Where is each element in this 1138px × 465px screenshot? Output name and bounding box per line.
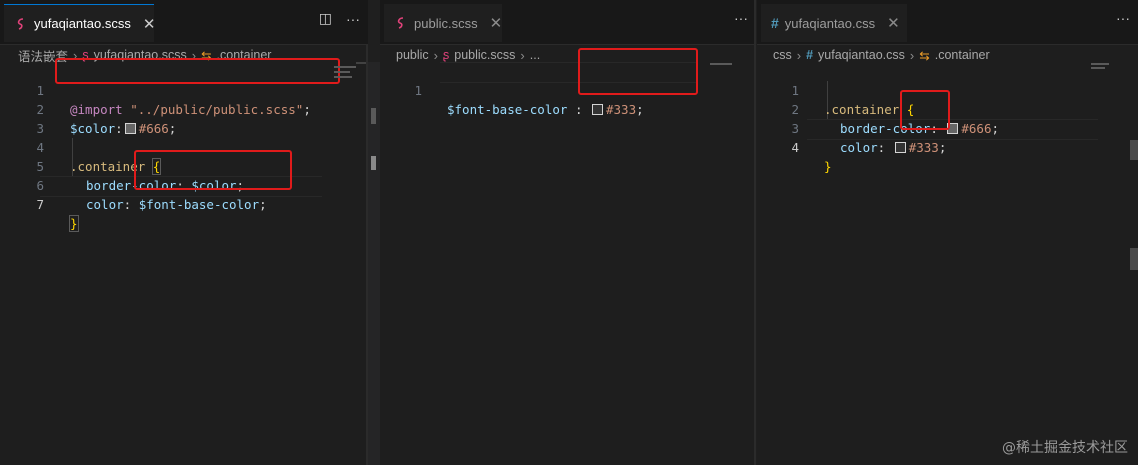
tab-label: yufaqiantao.css <box>784 15 876 31</box>
breadcrumb-symbol[interactable]: .container <box>935 48 990 62</box>
editor-pane-right: # yufaqiantao.css ✕ ··· css › # yufaqian… <box>757 0 1138 465</box>
highlight-box-compiled-color <box>900 90 950 130</box>
more-actions-icon[interactable]: ··· <box>346 11 360 27</box>
code-editor[interactable]: 1 .container { 2 border-color: #666; 3 c… <box>757 62 1138 465</box>
code-token: ; <box>938 140 947 155</box>
tab-label: yufaqiantao.scss <box>34 16 131 31</box>
watermark: @稀土掘金技术社区 <box>1002 440 1128 456</box>
code-token: #333 <box>606 102 637 117</box>
breadcrumb-symbol[interactable]: ... <box>530 48 540 62</box>
sass-file-icon: ʂ <box>443 48 450 62</box>
editor-actions: ··· <box>1116 10 1130 26</box>
breadcrumb-folder[interactable]: public <box>396 48 429 62</box>
code-line: 1 $font-base-color : #333; <box>380 62 756 117</box>
minimap[interactable] <box>1091 67 1105 69</box>
tab-yufaqiantao-css[interactable]: # yufaqiantao.css ✕ <box>761 4 907 42</box>
breadcrumb-folder[interactable]: css <box>773 48 792 62</box>
code-token: color <box>840 140 878 155</box>
sass-file-icon <box>394 16 408 30</box>
tab-bar: # yufaqiantao.css ✕ ··· <box>757 0 1138 45</box>
vertical-divider[interactable] <box>754 0 756 465</box>
split-editor-icon[interactable]: ◫ <box>319 10 332 27</box>
minimap[interactable] <box>1091 63 1109 65</box>
editor-pane-left: yufaqiantao.scss ✕ ◫ ··· 语法嵌套 › ʂ yufaqi… <box>0 0 368 465</box>
code-line: 4 .container { <box>0 119 368 175</box>
chevron-right-icon: › <box>796 47 802 63</box>
color-swatch-333[interactable] <box>592 104 603 115</box>
code-token: : <box>567 102 590 117</box>
code-token: : <box>877 140 893 155</box>
minimap[interactable] <box>334 71 350 73</box>
code-token: } <box>824 159 832 174</box>
line-number: 7 <box>36 197 44 212</box>
minimap[interactable] <box>334 66 356 68</box>
code-token: } <box>69 215 79 232</box>
scrollbar[interactable] <box>1130 248 1138 270</box>
highlight-box-public-value <box>578 48 698 95</box>
line-number: 1 <box>414 83 422 98</box>
minimap[interactable] <box>334 76 352 78</box>
code-line: 3 <box>0 100 368 136</box>
code-token: ; <box>636 102 644 117</box>
breadcrumb-file[interactable]: yufaqiantao.css <box>818 48 905 62</box>
code-token: ; <box>259 197 267 212</box>
sass-file-icon <box>14 17 28 31</box>
code-token: $font-base-color <box>447 102 568 117</box>
minimap[interactable] <box>710 63 732 65</box>
tab-bar: yufaqiantao.scss ✕ ◫ ··· <box>0 0 368 45</box>
code-editor[interactable]: 1 @import "../public/public.scss"; 2 $co… <box>0 58 368 465</box>
more-actions-icon[interactable]: ··· <box>734 10 748 26</box>
color-swatch-333[interactable] <box>894 142 906 153</box>
close-icon[interactable]: ✕ <box>490 14 503 32</box>
tab-public-scss[interactable]: public.scss ✕ <box>384 4 502 42</box>
editor-pane-middle: public.scss ✕ ··· public › ʂ public.scss… <box>380 0 756 465</box>
chevron-right-icon: › <box>909 47 915 63</box>
selector-symbol-icon: ⇆ <box>919 48 930 63</box>
tab-bar: public.scss ✕ ··· <box>380 0 756 45</box>
code-token: color <box>86 197 124 212</box>
code-token: $font-base-color <box>138 197 260 212</box>
pane-sash[interactable] <box>368 62 380 465</box>
code-token: #333 <box>908 140 939 155</box>
code-line: 1 .container { <box>757 62 1138 117</box>
scrollbar-marker <box>371 108 376 124</box>
editor-actions: ◫ ··· <box>319 10 360 27</box>
chevron-right-icon: › <box>433 47 439 63</box>
more-actions-icon[interactable]: ··· <box>1116 10 1130 26</box>
close-icon[interactable]: ✕ <box>143 15 156 33</box>
tab-yufaqiantao-scss[interactable]: yufaqiantao.scss ✕ <box>4 4 156 42</box>
close-icon[interactable]: ✕ <box>887 14 900 32</box>
highlight-box-font-var <box>134 150 292 190</box>
scrollbar[interactable] <box>1130 140 1138 160</box>
editor-actions: ··· <box>734 10 748 26</box>
css-file-icon: # <box>806 48 814 62</box>
code-token: : <box>123 197 139 212</box>
chevron-right-icon: › <box>520 47 525 63</box>
highlight-box-import <box>55 58 340 84</box>
breadcrumb-file[interactable]: public.scss <box>454 48 515 62</box>
tab-label: public.scss <box>414 15 478 31</box>
line-number: 4 <box>791 140 799 155</box>
code-editor[interactable]: 1 $font-base-color : #333; <box>380 48 756 465</box>
scrollbar-marker <box>371 156 376 170</box>
css-file-icon: # <box>771 15 779 31</box>
